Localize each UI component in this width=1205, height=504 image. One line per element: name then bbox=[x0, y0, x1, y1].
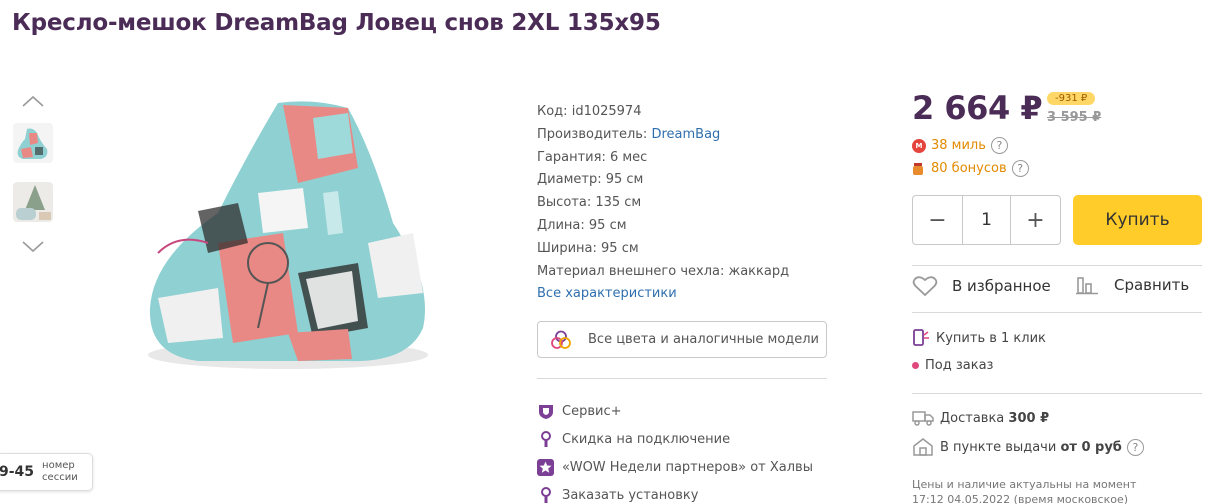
quantity-minus-button[interactable]: − bbox=[913, 196, 962, 244]
promo-service-plus[interactable]: Сервис+ bbox=[537, 403, 621, 420]
jar-icon bbox=[912, 162, 926, 176]
add-to-favorites-button[interactable]: В избранное bbox=[912, 275, 1051, 297]
delivery-info: Доставка 300 ₽ bbox=[912, 410, 1049, 426]
divider bbox=[537, 378, 827, 379]
session-number: 9-45 bbox=[0, 464, 35, 480]
session-label: номер сессии bbox=[42, 460, 78, 483]
miles-bonus: M 38 миль ? bbox=[912, 137, 1008, 154]
spec-code: Код: id1025974 bbox=[537, 104, 642, 119]
old-price: 3 595 ₽ bbox=[1047, 110, 1102, 125]
pickup-info: В пункте выдачи от 0 руб ? bbox=[912, 438, 1144, 456]
quantity-plus-button[interactable]: + bbox=[1011, 196, 1060, 244]
status-dot bbox=[912, 362, 919, 369]
gallery-thumb-2[interactable] bbox=[13, 182, 53, 222]
pickup-help-icon[interactable]: ? bbox=[1126, 438, 1144, 456]
gallery-thumb-1[interactable] bbox=[13, 123, 53, 163]
specs-list: Код: id1025974 Производитель: DreamBag Г… bbox=[537, 101, 789, 306]
pickup-point-icon bbox=[913, 438, 933, 456]
truck-icon bbox=[912, 411, 934, 426]
spec-diameter: Диаметр: 95 см bbox=[537, 172, 644, 188]
compare-icon bbox=[1076, 277, 1098, 295]
spec-length: Длина: 95 см bbox=[537, 217, 627, 233]
spec-warranty: Гарантия: 6 мес bbox=[537, 149, 648, 165]
spec-width: Ширина: 95 см bbox=[537, 240, 639, 256]
miles-help-icon[interactable]: ? bbox=[990, 137, 1008, 154]
gallery-up-icon[interactable] bbox=[21, 93, 45, 107]
colors-icon bbox=[551, 330, 571, 349]
spec-material: Материал внешнего чехла: жаккард bbox=[537, 263, 790, 279]
heart-icon bbox=[912, 276, 938, 297]
shield-icon bbox=[537, 403, 554, 420]
miles-icon: M bbox=[912, 138, 926, 153]
divider bbox=[912, 265, 1202, 266]
quantity-input[interactable]: 1 bbox=[962, 196, 1011, 244]
discount-badge: -931 ₽ bbox=[1047, 92, 1096, 105]
wrench-icon bbox=[537, 431, 554, 448]
points-bonus: 80 бонусов ? bbox=[912, 160, 1029, 177]
divider bbox=[912, 312, 1202, 313]
points-help-icon[interactable]: ? bbox=[1011, 160, 1029, 177]
spec-maker: Производитель: DreamBag bbox=[537, 126, 721, 142]
star-icon bbox=[537, 459, 554, 476]
quantity-stepper: − 1 + bbox=[912, 195, 1061, 245]
all-colors-button[interactable]: Все цвета и аналогичные модели bbox=[537, 321, 827, 358]
spec-height: Высота: 135 см bbox=[537, 195, 642, 211]
price-note: Цены и наличие актуальны на момент 17:12… bbox=[912, 478, 1137, 504]
all-colors-label: Все цвета и аналогичные модели bbox=[588, 332, 820, 347]
current-price: 2 664 ₽ bbox=[912, 89, 1043, 127]
availability-status: Под заказ bbox=[912, 358, 993, 373]
wrench-icon bbox=[537, 487, 554, 504]
product-image[interactable] bbox=[138, 93, 438, 393]
compare-button[interactable]: Сравнить bbox=[1076, 275, 1189, 295]
divider bbox=[912, 393, 1202, 394]
buy-button[interactable]: Купить bbox=[1073, 195, 1202, 245]
gallery-down-icon[interactable] bbox=[21, 238, 45, 253]
promo-connection-discount[interactable]: Скидка на подключение bbox=[537, 431, 730, 448]
all-specs-link[interactable]: Все характеристики bbox=[537, 283, 789, 306]
promo-wow-weeks[interactable]: «WOW Недели партнеров» от Халвы bbox=[537, 459, 813, 476]
one-click-buy-link[interactable]: Купить в 1 клик bbox=[912, 329, 1046, 347]
promo-installation[interactable]: Заказать установку bbox=[537, 487, 698, 504]
session-widget[interactable]: 9-45 номер сессии bbox=[0, 453, 93, 491]
page-title: Кресло-мешок DreamBag Ловец снов 2XL 135… bbox=[12, 10, 661, 36]
maker-link[interactable]: DreamBag bbox=[651, 127, 720, 142]
phone-click-icon bbox=[913, 329, 929, 346]
